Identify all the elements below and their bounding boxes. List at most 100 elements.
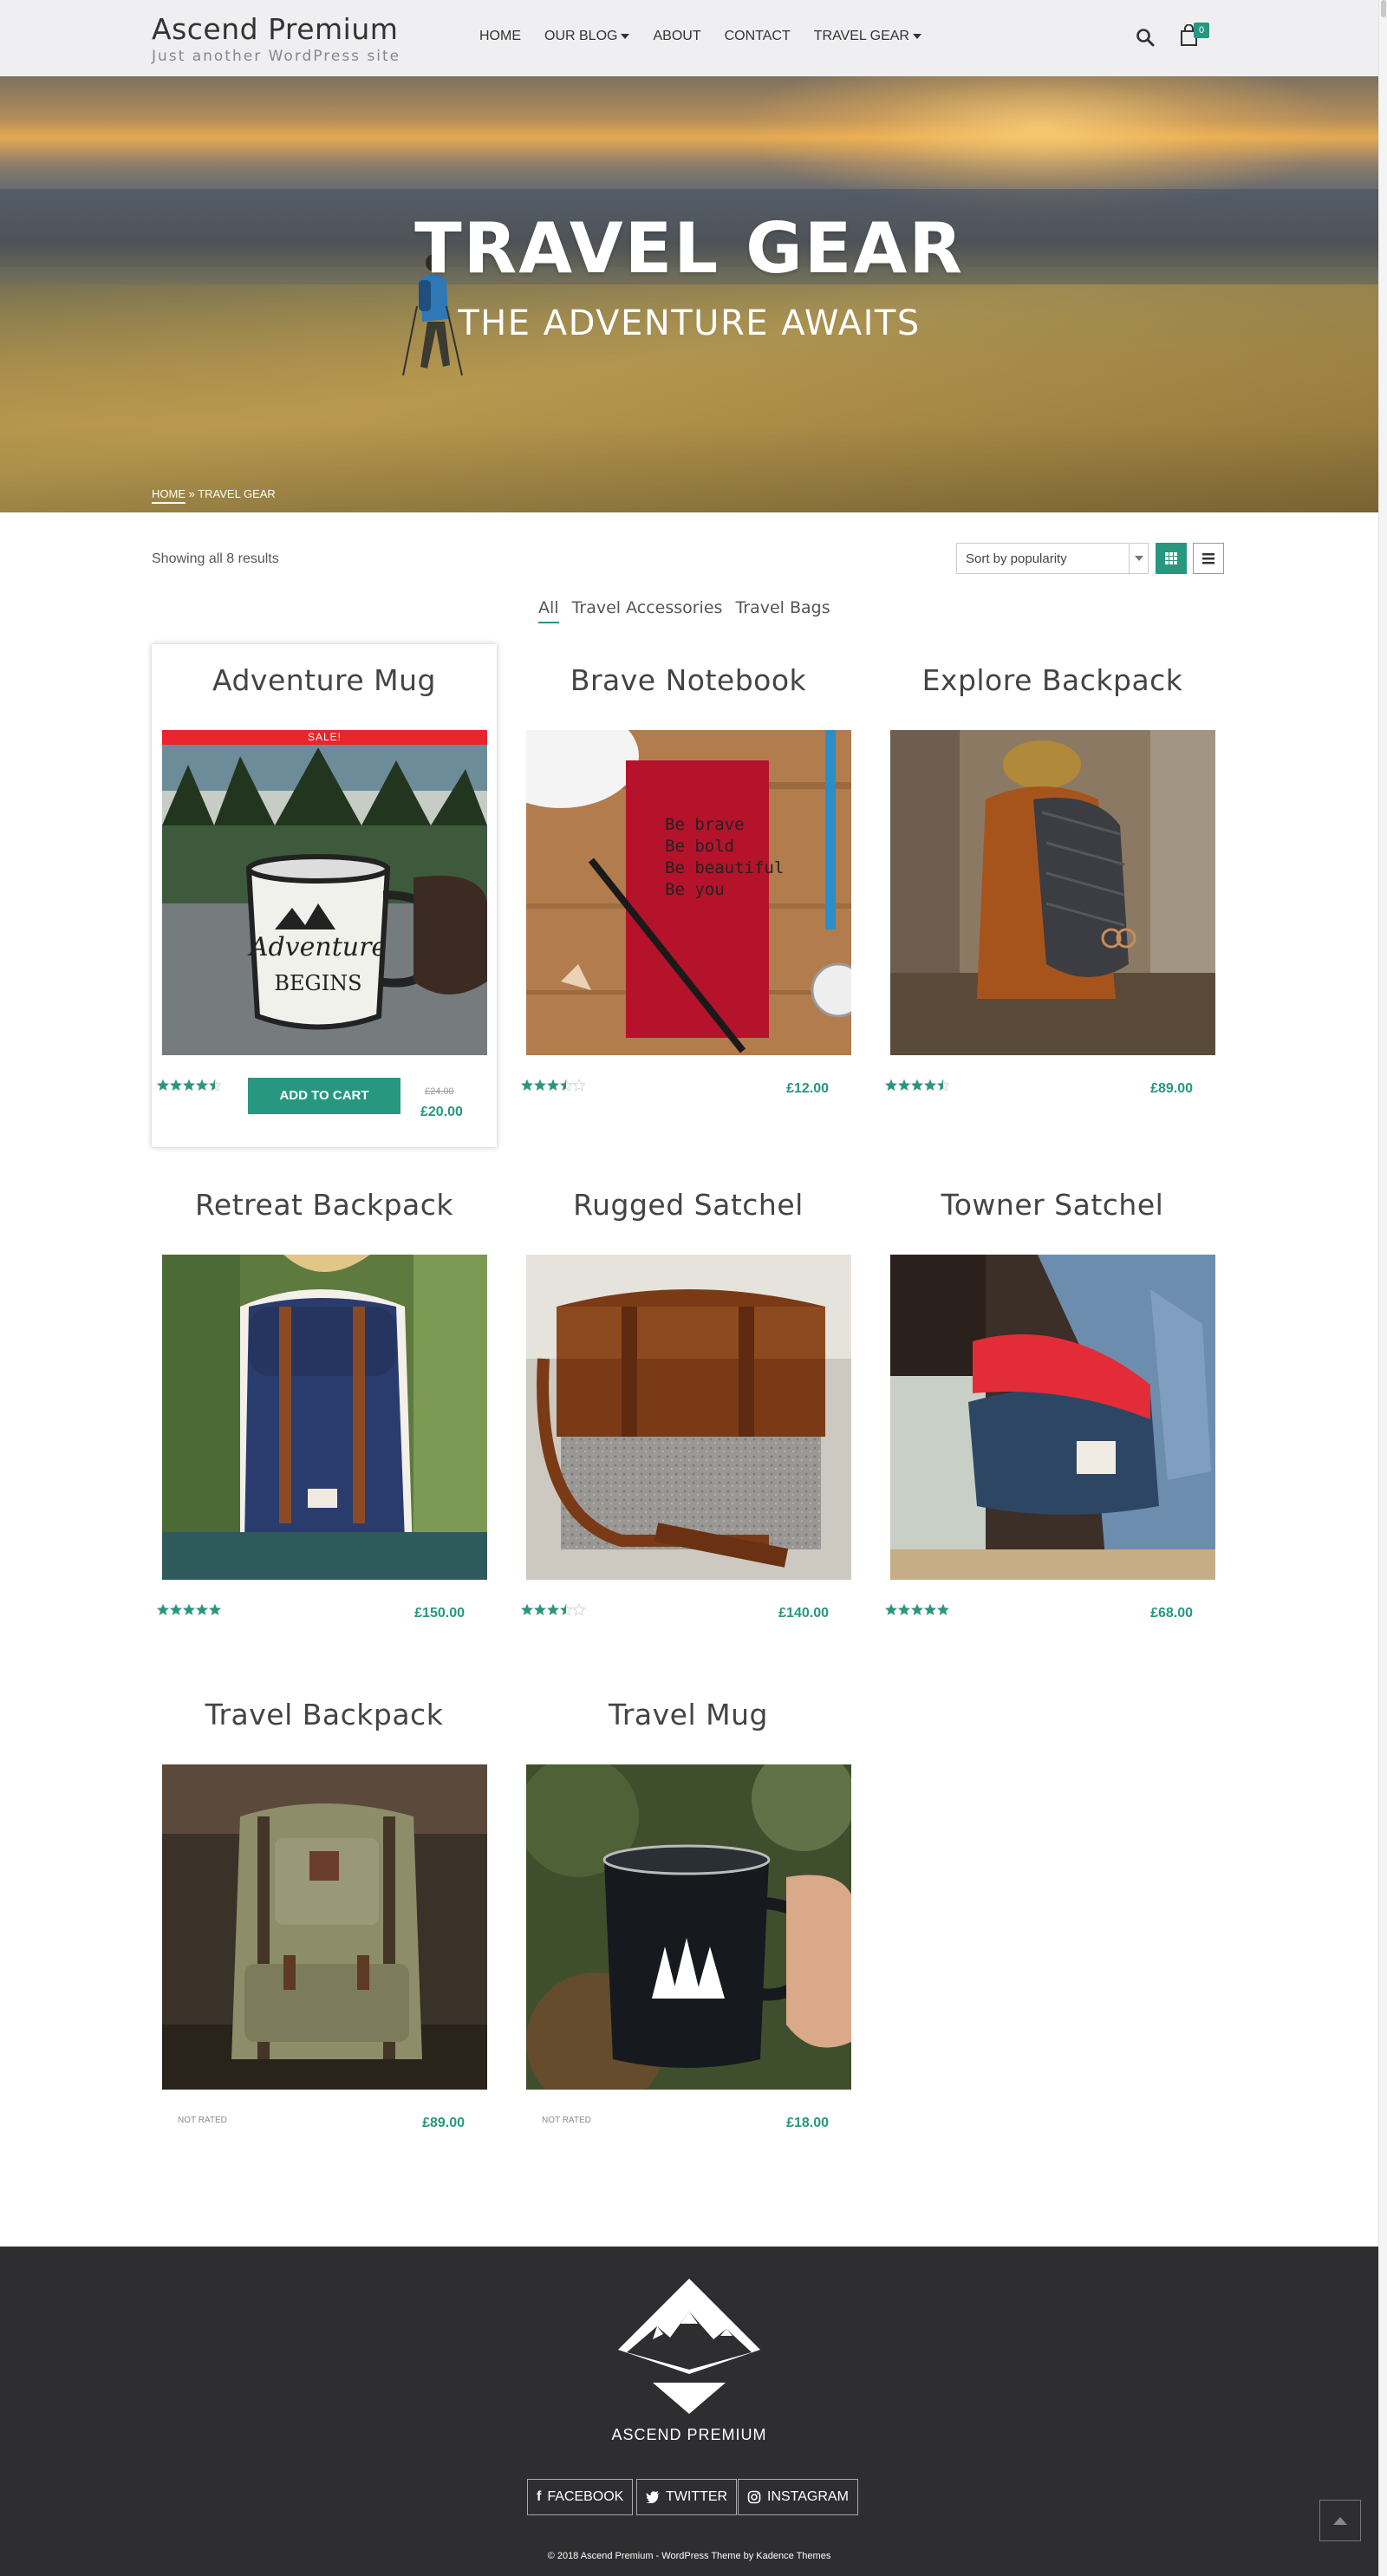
product-card[interactable]: Towner Satchel £68.00	[880, 1169, 1225, 1672]
nav-contact-label: CONTACT	[724, 29, 791, 43]
star-rating	[884, 1603, 950, 1616]
product-card[interactable]: Travel Mug NOT RATED £18.00	[516, 1679, 861, 2181]
product-title[interactable]: Retreat Backpack	[152, 1188, 497, 1222]
product-image[interactable]	[162, 1255, 487, 1580]
twitter-button[interactable]: TWITTER	[636, 2479, 738, 2515]
filter-travel-accessories[interactable]: Travel Accessories	[572, 598, 723, 617]
back-to-top-button[interactable]	[1319, 2500, 1361, 2541]
page-scrollbar[interactable]	[1378, 0, 1387, 2576]
star-icon	[898, 1079, 910, 1091]
star-icon	[196, 1079, 208, 1091]
product-image[interactable]: Adventure BEGINS SALE!	[162, 730, 487, 1055]
star-icon	[547, 1079, 559, 1091]
svg-text:Adventure: Adventure	[247, 932, 387, 962]
chevron-down-icon	[912, 34, 921, 39]
star-icon	[534, 1079, 546, 1091]
product-image[interactable]: Be brave Be bold Be beautiful Be you	[526, 730, 851, 1055]
product-price: £68.00	[1150, 1606, 1193, 1621]
grid-view-button[interactable]	[1156, 543, 1187, 574]
product-card[interactable]: Adventure Mug Adventure BEGINS SALE! ADD…	[152, 644, 497, 1147]
list-icon	[1202, 553, 1214, 564]
star-rating	[884, 1079, 950, 1092]
twitter-label: TWITTER	[666, 2489, 728, 2504]
not-rated-label: NOT RATED	[178, 2116, 227, 2125]
product-title[interactable]: Rugged Satchel	[516, 1188, 861, 1222]
star-icon	[521, 1079, 533, 1091]
filter-travel-bags[interactable]: Travel Bags	[735, 598, 830, 617]
nav-contact[interactable]: CONTACT	[725, 29, 791, 44]
star-icon	[183, 1604, 195, 1615]
product-card[interactable]: Travel Backpack NOT RATED £89.00	[152, 1679, 497, 2181]
nav-about[interactable]: ABOUT	[653, 29, 700, 44]
scrollbar-thumb[interactable]	[1381, 0, 1386, 17]
product-image[interactable]	[526, 1255, 851, 1580]
product-image[interactable]	[890, 1255, 1215, 1580]
product-card[interactable]: Rugged Satchel £140.00	[516, 1169, 861, 1672]
category-filters: All Travel Accessories Travel Bags	[538, 598, 830, 623]
star-icon	[924, 1604, 936, 1615]
product-title[interactable]: Explore Backpack	[880, 663, 1225, 697]
star-icon	[157, 1604, 169, 1615]
chevron-down-icon	[1129, 544, 1148, 573]
star-outline	[572, 1603, 586, 1616]
twitter-icon	[646, 2491, 660, 2503]
main-nav: HOME OUR BLOG ABOUT CONTACT TRAVEL GEAR	[479, 29, 921, 44]
product-price: £150.00	[414, 1606, 465, 1621]
star-icon	[885, 1604, 897, 1615]
nav-travel-gear[interactable]: TRAVEL GEAR	[814, 29, 921, 44]
product-title[interactable]: Towner Satchel	[880, 1188, 1225, 1222]
star-icon	[885, 1079, 897, 1091]
star-icon	[534, 1604, 546, 1615]
not-rated-label: NOT RATED	[542, 2116, 591, 2125]
product-card[interactable]: Explore Backpack £89.00	[880, 644, 1225, 1147]
svg-text:Be you: Be you	[665, 880, 725, 899]
facebook-button[interactable]: f FACEBOOK	[527, 2479, 634, 2515]
product-title[interactable]: Brave Notebook	[516, 663, 861, 697]
instagram-label: INSTAGRAM	[767, 2489, 849, 2504]
star-icon	[157, 1079, 169, 1091]
site-title[interactable]: Ascend Premium	[152, 12, 400, 46]
star-icon	[170, 1604, 182, 1615]
star-icon	[937, 1604, 949, 1615]
star-outline	[572, 1079, 586, 1092]
svg-text:Be beautiful: Be beautiful	[665, 858, 784, 877]
nav-home[interactable]: HOME	[479, 29, 521, 44]
filter-all[interactable]: All	[538, 598, 559, 623]
star-rating	[156, 1079, 222, 1092]
mountain-logo-icon	[618, 2279, 760, 2414]
star-icon	[547, 1604, 559, 1615]
instagram-button[interactable]: INSTAGRAM	[738, 2479, 858, 2515]
footer-brand: ASCEND PREMIUM	[611, 2426, 767, 2443]
instagram-icon	[747, 2490, 761, 2504]
page-title: TRAVEL GEAR	[414, 208, 964, 289]
product-price: £89.00	[1150, 1081, 1193, 1096]
search-icon[interactable]	[1136, 28, 1155, 47]
star-icon	[196, 1604, 208, 1615]
site-footer: ASCEND PREMIUM f FACEBOOK TWITTER INSTAG…	[0, 2247, 1378, 2576]
grid-icon	[1165, 552, 1177, 564]
product-title[interactable]: Travel Mug	[516, 1698, 861, 1731]
star-icon	[924, 1079, 936, 1091]
copyright-text: © 2018 Ascend Premium - WordPress Theme …	[547, 2551, 831, 2561]
product-image[interactable]	[162, 1764, 487, 2090]
chevron-down-icon	[621, 34, 630, 39]
product-title[interactable]: Adventure Mug	[152, 663, 497, 697]
site-branding[interactable]: Ascend Premium Just another WordPress si…	[152, 12, 400, 65]
breadcrumb-home[interactable]: HOME	[152, 487, 186, 504]
star-icon	[170, 1079, 182, 1091]
old-price: £24.00	[425, 1086, 454, 1097]
result-count: Showing all 8 results	[152, 551, 279, 566]
add-to-cart-button[interactable]: ADD TO CART	[248, 1078, 400, 1114]
cart-count-badge[interactable]: 0	[1194, 23, 1209, 38]
list-view-button[interactable]	[1193, 543, 1224, 574]
star-icon	[911, 1604, 923, 1615]
product-image[interactable]	[526, 1764, 851, 2090]
sale-badge: SALE!	[162, 730, 487, 745]
breadcrumb: HOME » TRAVEL GEAR	[152, 487, 276, 504]
sort-select[interactable]: Sort by popularity	[956, 543, 1149, 574]
product-card[interactable]: Retreat Backpack £150.00	[152, 1169, 497, 1672]
nav-our-blog[interactable]: OUR BLOG	[544, 29, 630, 44]
product-image[interactable]	[890, 730, 1215, 1055]
product-card[interactable]: Brave Notebook Be brave Be bold Be beaut…	[516, 644, 861, 1147]
product-title[interactable]: Travel Backpack	[152, 1698, 497, 1731]
